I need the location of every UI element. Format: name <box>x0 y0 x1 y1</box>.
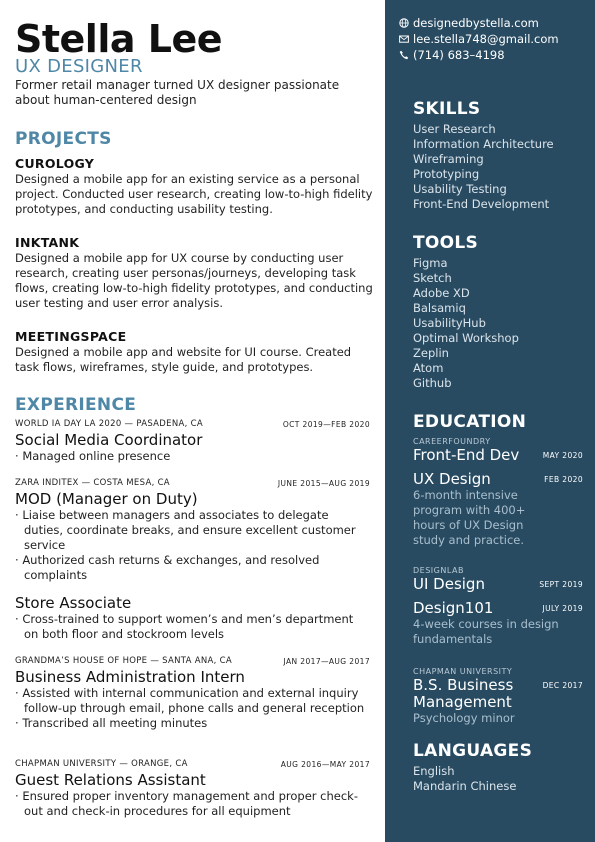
job-organization: CHAPMAN UNIVERSITY — ORANGE, CA <box>15 759 188 769</box>
job-bullet: Ensured proper inventory management and … <box>15 789 370 819</box>
tool-item: Optimal Workshop <box>413 331 519 345</box>
phone-icon <box>399 50 409 60</box>
project-item: MEETINGSPACE Designed a mobile app and w… <box>15 329 375 375</box>
job-organization: WORLD IA DAY LA 2020 — PASADENA, CA <box>15 419 203 429</box>
contact-phone[interactable]: (714) 683–4198 <box>399 47 559 63</box>
job-entry: ZARA INDITEX — COSTA MESA, CA JUNE 2015—… <box>15 478 370 583</box>
tool-item: Sketch <box>413 271 452 285</box>
job-title: Social Media Coordinator <box>15 431 203 449</box>
tools-list: Figma Sketch Adobe XD Balsamiq Usability… <box>413 256 519 391</box>
job-entry: Store Associate Cross-trained to support… <box>15 593 370 642</box>
education-date: SEPT 2019 <box>539 580 583 589</box>
job-entry: CHAPMAN UNIVERSITY — ORANGE, CA AUG 2016… <box>15 759 370 819</box>
job-bullet: Managed online presence <box>15 449 370 464</box>
job-bullet: Transcribed all meeting minutes <box>15 716 370 731</box>
education-date: DEC 2017 <box>542 681 583 690</box>
education-date: FEB 2020 <box>544 475 583 484</box>
job-dates: JAN 2017—AUG 2017 <box>283 657 370 666</box>
education-note: 6-month intensive program with 400+ hour… <box>413 488 526 547</box>
contact-website[interactable]: designedbystella.com <box>399 15 559 31</box>
education-date: MAY 2020 <box>542 451 583 460</box>
job-dates: AUG 2016—MAY 2017 <box>280 760 370 769</box>
project-item: CUROLOGY Designed a mobile app for an ex… <box>15 156 375 217</box>
sidebar: designedbystella.com lee.stella748@gmail… <box>385 0 595 842</box>
skill-item: Usability Testing <box>413 182 507 196</box>
email-text[interactable]: lee.stella748@gmail.com <box>413 32 559 46</box>
resume-intro: Former retail manager turned UX designer… <box>15 78 340 107</box>
tool-item: Adobe XD <box>413 286 470 300</box>
job-organization: GRANDMA’S HOUSE OF HOPE — SANTA ANA, CA <box>15 656 232 666</box>
project-description: Designed a mobile app and website for UI… <box>15 345 352 374</box>
tool-item: UsabilityHub <box>413 316 486 330</box>
website-text[interactable]: designedbystella.com <box>413 16 539 30</box>
education-heading: EDUCATION <box>413 412 527 432</box>
tool-item: Balsamiq <box>413 301 466 315</box>
job-dates: OCT 2019—FEB 2020 <box>282 420 370 429</box>
project-name: INKTANK <box>15 235 80 250</box>
phone-text[interactable]: (714) 683–4198 <box>413 48 505 62</box>
resume-name: Stella Lee <box>15 17 223 61</box>
language-item: Mandarin Chinese <box>413 779 517 793</box>
mail-icon <box>399 34 409 44</box>
job-title: Business Administration Intern <box>15 668 245 686</box>
education-entry: UX Design FEB 2020 6-month intensive pro… <box>413 471 583 548</box>
contact-email[interactable]: lee.stella748@gmail.com <box>399 31 559 47</box>
job-entry: GRANDMA’S HOUSE OF HOPE — SANTA ANA, CA … <box>15 656 370 731</box>
tool-item: Atom <box>413 361 444 375</box>
project-item: INKTANK Designed a mobile app for UX cou… <box>15 235 375 311</box>
languages-list: English Mandarin Chinese <box>413 764 516 794</box>
projects-heading: PROJECTS <box>15 129 112 149</box>
language-item: English <box>413 764 455 778</box>
skill-item: Wireframing <box>413 152 484 166</box>
tools-heading: TOOLS <box>413 233 479 253</box>
job-bullet: Authorized cash returns & exchanges, and… <box>15 553 370 583</box>
tool-item: Zeplin <box>413 346 449 360</box>
education-note: Psychology minor <box>413 711 515 725</box>
skill-item: Front-End Development <box>413 197 550 211</box>
job-bullet: Cross-trained to support women’s and men… <box>15 612 370 642</box>
education-entry: CAREERFOUNDRY Front-End Dev MAY 2020 <box>413 437 583 464</box>
education-note: 4-week courses in design fundamentals <box>413 617 559 646</box>
job-title: Store Associate <box>15 594 132 612</box>
project-description: Designed a mobile app for an existing se… <box>15 172 373 216</box>
skills-list: User Research Information Architecture W… <box>413 122 554 212</box>
job-title: MOD (Manager on Duty) <box>15 490 198 508</box>
education-entry: CHAPMAN UNIVERSITY B.S. Business Managem… <box>413 667 583 726</box>
languages-heading: LANGUAGES <box>413 741 533 761</box>
skills-heading: SKILLS <box>413 99 481 119</box>
job-organization: ZARA INDITEX — COSTA MESA, CA <box>15 478 170 488</box>
resume-role: UX DESIGNER <box>15 56 143 77</box>
job-title: Guest Relations Assistant <box>15 771 206 789</box>
job-bullet: Liaise between managers and associates t… <box>15 508 370 553</box>
experience-heading: EXPERIENCE <box>15 395 137 415</box>
education-degree: B.S. Business Management <box>413 676 514 711</box>
skill-item: Prototyping <box>413 167 480 181</box>
project-name: CUROLOGY <box>15 156 95 171</box>
skill-item: User Research <box>413 122 496 136</box>
job-dates: JUNE 2015—AUG 2019 <box>277 479 370 488</box>
job-bullet: Assisted with internal communication and… <box>15 686 370 716</box>
tool-item: Figma <box>413 256 448 270</box>
skill-item: Information Architecture <box>413 137 554 151</box>
contact-block: designedbystella.com lee.stella748@gmail… <box>399 15 559 63</box>
education-entry: DESIGNLAB UI Design SEPT 2019 <box>413 566 583 593</box>
education-entry: Design101 JULY 2019 4-week courses in de… <box>413 600 583 647</box>
project-description: Designed a mobile app for UX course by c… <box>15 251 373 310</box>
education-date: JULY 2019 <box>542 604 583 613</box>
project-name: MEETINGSPACE <box>15 329 127 344</box>
tool-item: Github <box>413 376 452 390</box>
globe-icon <box>399 18 409 28</box>
job-entry: WORLD IA DAY LA 2020 — PASADENA, CA OCT … <box>15 419 370 464</box>
